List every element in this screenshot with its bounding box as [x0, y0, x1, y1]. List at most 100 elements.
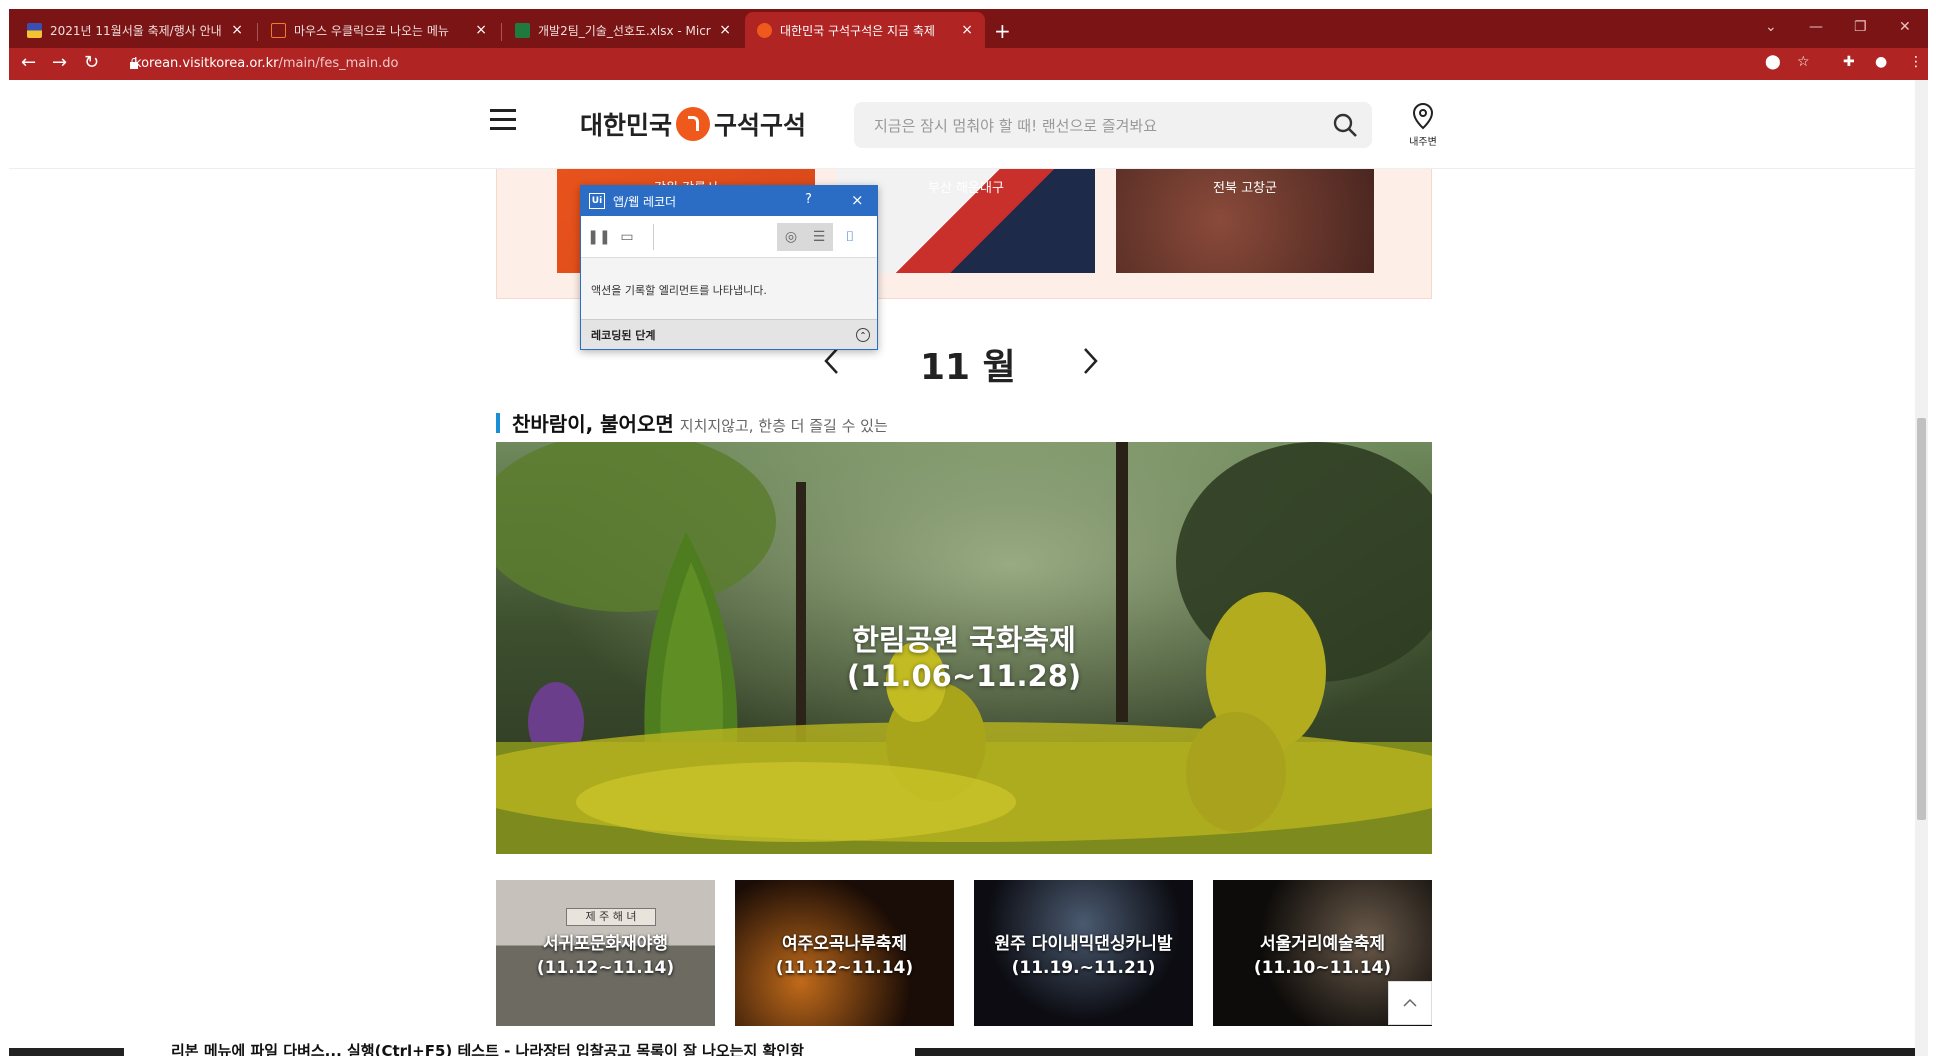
- nearby-button[interactable]: 내주변: [1405, 102, 1441, 148]
- hero-festival-dates: (11.06~11.28): [846, 659, 1082, 693]
- recorder-message: 액션을 기록할 엘리먼트를 나타냅니다.: [591, 284, 767, 297]
- toolbar-divider: [653, 224, 654, 250]
- card-name: 서귀포문화재야행: [542, 934, 669, 954]
- hero-festival-banner[interactable]: 한림공원 국화축제 (11.06~11.28): [496, 442, 1432, 854]
- recorder-title-bar[interactable]: Ui 앱/웹 레코더 ? ×: [581, 186, 877, 216]
- next-month-chevron-icon[interactable]: [1080, 346, 1100, 376]
- browser-tab-visitkorea[interactable]: 대한민국 구석구석은 지금 축제 ×: [745, 12, 985, 48]
- visitkorea-favicon-icon: [757, 22, 772, 38]
- close-tab-icon[interactable]: ×: [475, 22, 487, 38]
- section-title: 찬바람이, 불어오면: [512, 412, 674, 436]
- hamburger-menu-icon[interactable]: [490, 109, 516, 131]
- card-dates: (11.12~11.14): [536, 958, 675, 978]
- background-window-edge: [9, 1048, 124, 1056]
- bookmark-star-icon[interactable]: ☆: [1797, 54, 1810, 70]
- app-web-recorder-window: Ui 앱/웹 레코더 ? × ❚❚ ▭ ◎ ☰ ⌷ 액션을 기록할 엘리먼트를 …: [580, 185, 878, 350]
- checklist-icon[interactable]: ☰: [805, 223, 833, 251]
- hero-title: 한림공원 국화축제 (11.06~11.28): [496, 622, 1432, 694]
- logo-text-right: 구석구석: [714, 111, 807, 140]
- browser-tab-uipath-menu[interactable]: 마우스 우클릭으로 나오는 메뉴 ×: [259, 12, 499, 48]
- map-pin-icon: [1412, 102, 1434, 130]
- expand-chevron-up-icon[interactable]: ⌃: [856, 328, 870, 342]
- festival-thumb-gochang[interactable]: 전북 고창군: [1116, 169, 1374, 273]
- window-close-icon[interactable]: ✕: [1899, 19, 1911, 35]
- site-logo[interactable]: 대한민국 구석구석: [580, 106, 806, 142]
- search-input[interactable]: 지금은 잠시 멈춰야 할 때! 랜선으로 즐겨봐요: [854, 102, 1372, 148]
- pause-icon[interactable]: ❚❚: [585, 223, 613, 251]
- logo-text-left: 대한민국: [580, 111, 673, 140]
- browser-tab-seoul-festival[interactable]: 2021년 11월서울 축제/행사 안내 ×: [15, 12, 255, 48]
- card-name: 여주오곡나루축제: [781, 934, 908, 954]
- card-sign: 제 주 해 녀: [566, 908, 656, 926]
- url-field[interactable]: korean.visitkorea.or.kr/main/fes_main.do: [134, 56, 398, 71]
- recorded-steps-label: 레코딩된 단계: [591, 328, 656, 342]
- tab-divider: [257, 23, 258, 41]
- tab-divider: [501, 23, 502, 41]
- festival-card-yeoju[interactable]: 여주오곡나루축제 (11.12~11.14): [735, 880, 954, 1026]
- festival-card-seogwipo[interactable]: 제 주 해 녀 서귀포문화재야행 (11.12~11.14): [496, 880, 715, 1026]
- section-subtitle: 지치지않고, 한층 더 즐길 수 있는: [679, 417, 888, 435]
- scrollbar-thumb[interactable]: [1917, 418, 1926, 820]
- site-header: 대한민국 구석구석 지금은 잠시 멈춰야 할 때! 랜선으로 즐겨봐요 내주변: [9, 80, 1915, 169]
- recorder-title: 앱/웹 레코더: [613, 194, 677, 209]
- page-scrollbar[interactable]: [1915, 80, 1928, 1056]
- background-window-edge: [915, 1048, 1915, 1056]
- card-name: 원주 다이내믹댄싱카니발: [994, 934, 1173, 954]
- scroll-to-top-button[interactable]: [1388, 981, 1432, 1025]
- minimize-icon[interactable]: —: [1809, 19, 1823, 35]
- profile-avatar-icon[interactable]: ●: [1875, 54, 1887, 70]
- reload-icon[interactable]: ↻: [84, 52, 99, 73]
- save-icon[interactable]: ▭: [613, 223, 641, 251]
- screen: 2021년 11월서울 축제/행사 안내 × 마우스 우클릭으로 나오는 메뉴 …: [0, 0, 1936, 1056]
- seoul-favicon-icon: [27, 22, 42, 38]
- recorded-steps-panel[interactable]: 레코딩된 단계 ⌃: [581, 319, 877, 349]
- chevron-up-icon: [1403, 998, 1417, 1007]
- url-path: /main/fes_main.do: [278, 56, 399, 71]
- new-tab-button[interactable]: +: [994, 19, 1011, 43]
- target-record-icon[interactable]: ◎: [777, 223, 805, 251]
- close-tab-icon[interactable]: ×: [231, 22, 243, 38]
- background-window-text: 리본 메뉴에 파일 다벼스... 실행(Ctrl+F5) 테스트 - 나라장터 …: [171, 1042, 804, 1056]
- web-page: 대한민국 구석구석 지금은 잠시 멈춰야 할 때! 랜선으로 즐겨봐요 내주변 …: [9, 80, 1915, 1056]
- card-dates: (11.19.~11.21): [1011, 958, 1156, 978]
- logo-mark-icon: [676, 107, 711, 141]
- close-tab-icon[interactable]: ×: [961, 22, 973, 38]
- browser-tab-bar: 2021년 11월서울 축제/행사 안내 × 마우스 우클릭으로 나오는 메뉴 …: [9, 9, 1928, 48]
- search-placeholder: 지금은 잠시 멈춰야 할 때! 랜선으로 즐겨봐요: [874, 116, 1158, 135]
- uipath-favicon-icon: [271, 22, 286, 38]
- forward-arrow-icon[interactable]: →: [52, 52, 67, 73]
- tab-title: 개발2팀_기술_선호도.xlsx - Micr: [538, 23, 711, 38]
- extensions-icon[interactable]: ✚: [1843, 54, 1855, 70]
- card-title: 서귀포문화재야행 (11.12~11.14): [496, 932, 715, 980]
- recorder-toolbar: ❚❚ ▭ ◎ ☰ ⌷: [581, 216, 877, 258]
- tab-title: 대한민국 구석구석은 지금 축제: [780, 23, 935, 38]
- back-arrow-icon[interactable]: ←: [21, 52, 36, 73]
- month-navigator: 11 월: [9, 338, 1915, 388]
- card-title: 원주 다이내믹댄싱카니발 (11.19.~11.21): [974, 932, 1193, 980]
- location-pin-icon[interactable]: ⬤: [1765, 54, 1781, 70]
- screenshot-camera-icon[interactable]: ⌷: [836, 223, 864, 251]
- url-host: korean.visitkorea.or.kr: [134, 56, 279, 71]
- card-dates: (11.10~11.14): [1253, 958, 1392, 978]
- help-button[interactable]: ?: [805, 192, 812, 207]
- address-bar-row: ← → ↻ korean.visitkorea.or.kr/main/fes_m…: [9, 48, 1928, 80]
- card-name: 서울거리예술축제: [1259, 934, 1386, 954]
- uipath-logo-icon: Ui: [589, 193, 605, 209]
- restore-icon[interactable]: ❐: [1854, 19, 1867, 35]
- tab-search-icon[interactable]: ⌄: [1765, 19, 1777, 35]
- more-menu-icon[interactable]: ⋮: [1909, 54, 1923, 70]
- thumb-caption: 전북 고창군: [1213, 181, 1277, 196]
- nearby-label: 내주변: [1409, 137, 1437, 148]
- browser-tab-excel[interactable]: 개발2팀_기술_선호도.xlsx - Micr ×: [503, 12, 743, 48]
- hero-festival-name: 한림공원 국화축제: [852, 623, 1076, 657]
- card-dates: (11.12~11.14): [775, 958, 914, 978]
- section-heading: 찬바람이, 불어오면 지치지않고, 한층 더 즐길 수 있는: [496, 408, 888, 437]
- recorder-close-button[interactable]: ×: [851, 191, 864, 209]
- tab-title: 2021년 11월서울 축제/행사 안내: [50, 23, 222, 38]
- prev-month-chevron-icon[interactable]: [822, 346, 842, 376]
- heading-accent-bar: [496, 412, 500, 433]
- close-tab-icon[interactable]: ×: [719, 22, 731, 38]
- excel-favicon-icon: [515, 22, 530, 38]
- search-icon[interactable]: [1332, 112, 1358, 138]
- festival-card-wonju[interactable]: 원주 다이내믹댄싱카니발 (11.19.~11.21): [974, 880, 1193, 1026]
